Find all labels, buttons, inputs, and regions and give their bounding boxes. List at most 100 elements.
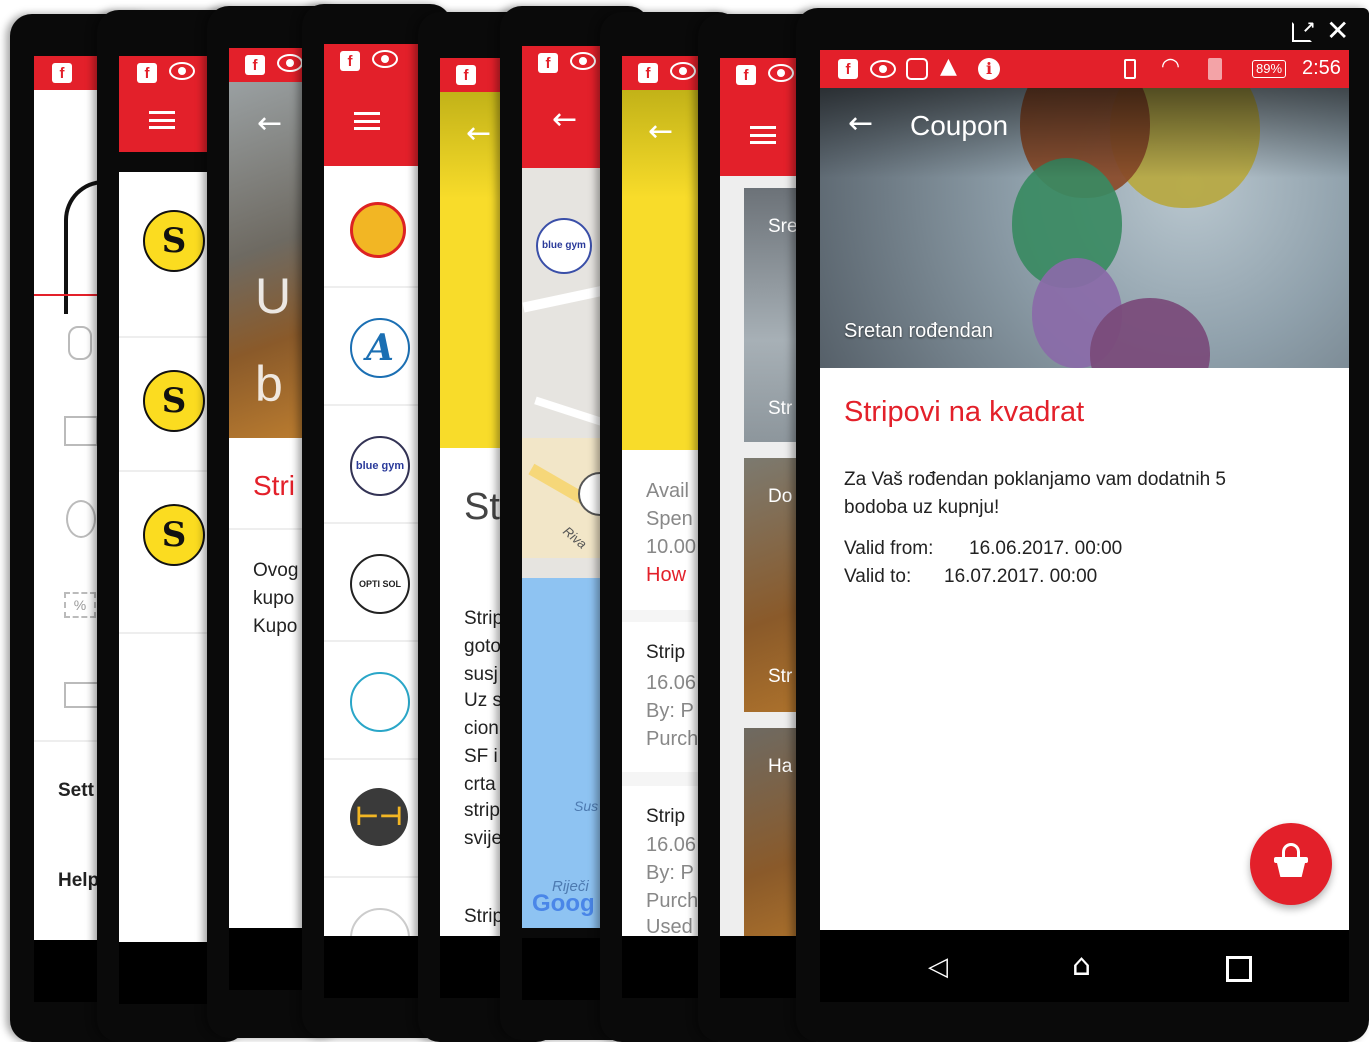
body-line: strip xyxy=(464,800,500,821)
arrow-left-icon[interactable]: ← xyxy=(466,116,491,151)
sim-alert-icon xyxy=(1208,58,1222,80)
bluegym-logo-icon[interactable]: blue gym xyxy=(350,436,410,496)
vibrate-icon xyxy=(1124,59,1136,79)
purchase-date: 16.06 xyxy=(646,834,697,856)
home-icon[interactable]: ⌂ xyxy=(1072,948,1091,983)
settings-item[interactable]: Sett xyxy=(58,780,94,802)
card-label: Sre xyxy=(768,216,798,237)
eye-icon xyxy=(670,62,696,80)
coupon-title: Stripovi na kvadrat xyxy=(844,396,1085,428)
eye-icon xyxy=(277,54,303,72)
menu-icon[interactable] xyxy=(149,111,175,129)
purchase-date: 16.06 xyxy=(646,672,697,694)
coupon-title: Stri xyxy=(253,470,295,501)
partner-logo[interactable] xyxy=(143,504,205,566)
arrow-left-icon[interactable]: ← xyxy=(257,106,282,141)
restaurant-icon[interactable] xyxy=(350,202,406,258)
how-link[interactable]: How xyxy=(646,564,686,587)
hero-shade xyxy=(820,88,1349,178)
google-logo: Goog xyxy=(532,890,595,917)
egg-icon[interactable] xyxy=(66,500,96,538)
facebook-icon: f xyxy=(538,53,558,73)
hero-caption: Sretan rođendan xyxy=(844,320,994,342)
body-line: SF i xyxy=(464,746,498,767)
toolbar-title: Coupon xyxy=(910,110,1009,141)
eye-icon xyxy=(169,62,195,80)
body-line: svije xyxy=(464,828,503,849)
eye-icon xyxy=(372,50,398,68)
facebook-icon: f xyxy=(838,59,858,79)
purchase-by: By: P xyxy=(646,700,694,722)
recents-square-icon[interactable] xyxy=(1226,956,1252,982)
body-line: susj xyxy=(464,664,498,685)
valid-to-label: Valid to: xyxy=(844,566,912,587)
shoes-logo-icon[interactable] xyxy=(350,672,410,732)
facebook-icon: f xyxy=(638,63,658,83)
bluegym-map-marker[interactable]: blue gym xyxy=(536,218,592,274)
basket-button[interactable] xyxy=(1250,823,1332,905)
valid-from-value: 16.06.2017. 00:00 xyxy=(969,538,1123,559)
facebook-icon: f xyxy=(340,51,360,71)
popout-icon[interactable]: ↗ xyxy=(1292,18,1315,42)
purchase-purch: Purch xyxy=(646,728,699,750)
intro-line-1: Ovog xyxy=(253,560,299,581)
battery-indicator: 89% xyxy=(1252,60,1287,78)
arrow-left-icon[interactable]: ← xyxy=(648,114,673,149)
partner-logo-partial[interactable] xyxy=(350,908,410,938)
optisol-logo-icon[interactable]: OPTI SOL xyxy=(350,554,410,614)
body-line: cion xyxy=(464,718,499,739)
nav-bar: ◁ ⌂ xyxy=(820,930,1349,1002)
dumbbell-icon[interactable]: ⊢⊣ xyxy=(350,788,408,846)
eye-icon xyxy=(870,60,896,78)
body-line: goto xyxy=(464,636,501,657)
body-line: Uz s xyxy=(464,690,502,711)
eye-icon xyxy=(570,52,596,70)
menu-icon[interactable] xyxy=(750,126,776,144)
avail-line: Avail xyxy=(646,480,689,502)
card-icon[interactable] xyxy=(64,682,100,708)
valid-from-label: Valid from: xyxy=(844,538,934,559)
mic-icon[interactable] xyxy=(68,326,92,360)
purchase-title: Strip xyxy=(646,806,686,827)
facebook-icon: f xyxy=(456,65,476,85)
status-bar: f ▲ i ◠ 89% 2:56 xyxy=(820,50,1349,88)
valid-to-value: 16.07.2017. 00:00 xyxy=(944,566,1098,587)
body-line: crta xyxy=(464,774,496,795)
menu-icon[interactable] xyxy=(354,112,380,130)
shop-icon[interactable] xyxy=(64,416,98,446)
hero-letters: Ub xyxy=(255,268,292,412)
close-icon[interactable]: ✕ xyxy=(1326,14,1349,47)
arrow-left-icon[interactable]: ← xyxy=(848,106,873,141)
intro-line-3: Kupo xyxy=(253,616,298,637)
info-icon: i xyxy=(978,58,1000,80)
warning-icon: ▲ xyxy=(940,54,957,79)
facebook-icon: f xyxy=(137,63,157,83)
body-line: Strip xyxy=(464,608,504,629)
app-icon xyxy=(906,58,928,80)
partner-logo[interactable] xyxy=(143,370,205,432)
facebook-icon: f xyxy=(245,55,265,75)
facebook-icon: f xyxy=(52,63,72,83)
map-label-sus: Sus xyxy=(574,798,599,814)
status-time: 2:56 xyxy=(1302,57,1341,79)
arrow-left-icon[interactable]: ← xyxy=(552,102,577,137)
facebook-icon: f xyxy=(736,65,756,85)
purchase-used: Used xyxy=(646,916,693,938)
card-label: Str xyxy=(768,398,793,419)
help-item[interactable]: Help xyxy=(58,870,99,892)
partner-logo[interactable] xyxy=(143,210,205,272)
percent-icon[interactable]: % xyxy=(64,592,96,618)
amount-line: 10.00 xyxy=(646,536,697,558)
back-triangle-icon[interactable]: ◁ xyxy=(928,952,948,982)
hero-image: ← Coupon Sretan rođendan xyxy=(820,88,1349,368)
footer-line: Strip xyxy=(464,906,504,927)
card-label: Ha xyxy=(768,756,793,777)
card-label: Do xyxy=(768,486,793,507)
coupon-description: Za Vaš rođendan poklanjamo vam dodatnih … xyxy=(844,469,1227,518)
purchase-by: By: P xyxy=(646,862,694,884)
store-title: St xyxy=(464,486,500,528)
eye-icon xyxy=(768,64,794,82)
purchase-purch: Purch xyxy=(646,890,699,912)
travel-logo-icon[interactable]: A xyxy=(350,318,410,378)
basket-icon xyxy=(1274,843,1308,877)
